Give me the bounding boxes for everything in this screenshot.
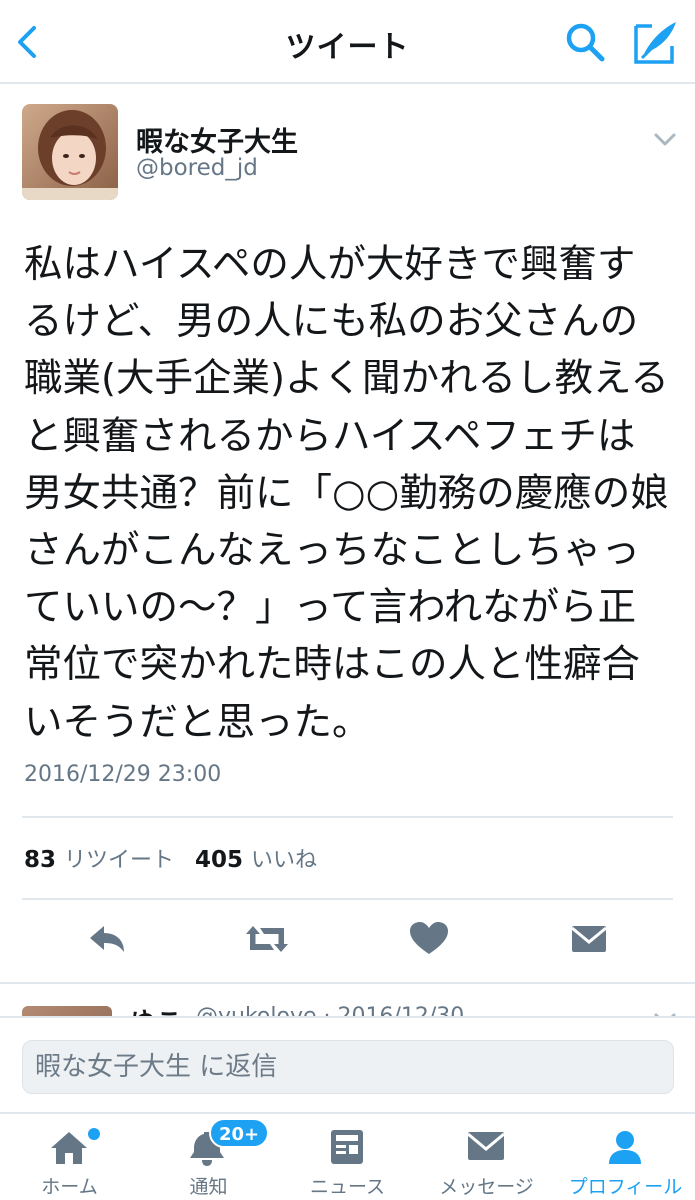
- retweet-count[interactable]: 83: [24, 847, 56, 873]
- author-avatar[interactable]: [22, 104, 118, 200]
- tab-label: プロフィール: [568, 1176, 683, 1198]
- divider: [22, 816, 673, 818]
- news-icon: [331, 1130, 363, 1164]
- reply-icon: [90, 926, 124, 952]
- tweet-options-button[interactable]: [650, 124, 680, 154]
- heart-icon: [410, 922, 448, 954]
- envelope-icon: [571, 926, 607, 952]
- envelope-icon: [467, 1132, 505, 1160]
- home-icon: [51, 1132, 87, 1164]
- tab-label: メッセージ: [439, 1176, 534, 1198]
- profile-icon: [609, 1131, 641, 1164]
- avatar-photo: [22, 104, 118, 200]
- retweet-icon: [246, 926, 288, 952]
- divider: [22, 898, 673, 900]
- reply-composer: [0, 1016, 695, 1112]
- like-count[interactable]: 405: [195, 847, 243, 873]
- tweet-text: 私はハイスペの人が大好きで興奮す るけど、男の人にも私のお父さんの 職業(大手企…: [24, 242, 669, 745]
- tab-home[interactable]: ホーム: [0, 1114, 139, 1200]
- search-button[interactable]: [562, 18, 608, 66]
- bottom-tab-bar: ホーム 20+ 通知 ニュース メッセージ プロフィール: [0, 1112, 695, 1200]
- author-name[interactable]: 暇な女子大生: [136, 120, 298, 159]
- retweet-button[interactable]: [240, 916, 294, 962]
- tab-profile[interactable]: プロフィール: [556, 1114, 695, 1200]
- tab-messages[interactable]: メッセージ: [417, 1114, 556, 1200]
- new-content-dot: [88, 1128, 100, 1140]
- retweet-label[interactable]: リツイート: [64, 848, 174, 873]
- reply-input[interactable]: [22, 1040, 674, 1094]
- author-handle[interactable]: @bored_jd: [136, 155, 258, 181]
- tab-label: 通知: [189, 1176, 228, 1198]
- chevron-down-icon: [654, 133, 676, 146]
- reply-button[interactable]: [82, 916, 132, 962]
- like-button[interactable]: [404, 916, 454, 962]
- direct-message-button[interactable]: [564, 916, 614, 962]
- tweet-timestamp: 2016/12/29 23:00: [24, 762, 222, 787]
- compose-tweet-button[interactable]: [630, 16, 682, 68]
- search-icon: [566, 23, 605, 62]
- tab-label: ホーム: [41, 1176, 98, 1198]
- notification-count-badge: 20+: [209, 1118, 270, 1148]
- top-navigation-bar: ツイート: [0, 0, 695, 84]
- like-label[interactable]: いいね: [251, 848, 317, 873]
- compose-tweet-icon: [634, 22, 676, 64]
- tweet-stats: 83 リツイート 405 いいね: [24, 842, 325, 874]
- tab-notifications[interactable]: 20+ 通知: [139, 1114, 278, 1200]
- tab-label: ニュース: [309, 1176, 386, 1198]
- tab-news[interactable]: ニュース: [278, 1114, 417, 1200]
